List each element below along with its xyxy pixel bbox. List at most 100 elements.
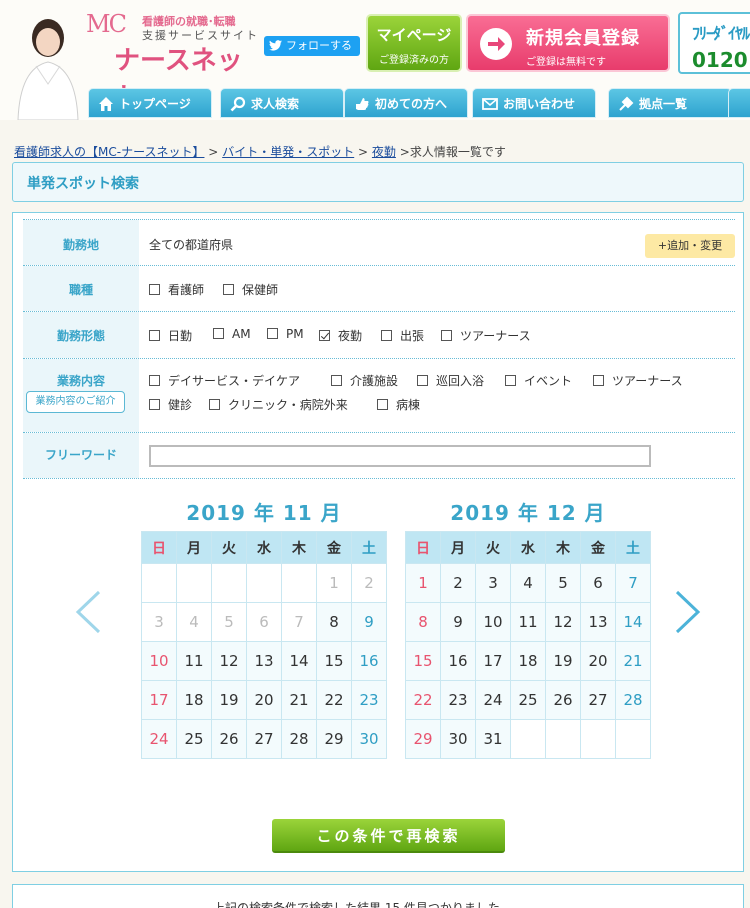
calendar-day[interactable]: 16 — [440, 641, 476, 681]
calendar-day[interactable]: 22 — [316, 680, 352, 720]
nav-more[interactable] — [728, 88, 750, 118]
calendar-day[interactable]: 1 — [405, 563, 441, 603]
calendar-day[interactable]: 7 — [615, 563, 651, 603]
checkbox-box[interactable] — [505, 375, 516, 386]
nav-first-time[interactable]: 初めての方へ — [344, 88, 468, 118]
calendar-day[interactable]: 14 — [281, 641, 317, 681]
checkbox-ward[interactable]: 病棟 — [377, 396, 420, 413]
calendar-day[interactable]: 11 — [510, 602, 546, 642]
checkbox-box[interactable] — [213, 328, 224, 339]
checkbox-clinic[interactable]: クリニック・病院外来 — [209, 396, 348, 413]
breadcrumb-home-link[interactable]: 看護師求人の【MC-ナースネット】 — [14, 145, 204, 159]
calendar-day[interactable]: 15 — [405, 641, 441, 681]
calendar-day[interactable]: 25 — [176, 719, 212, 759]
checkbox-box-checked[interactable] — [319, 330, 330, 341]
calendar-day[interactable]: 27 — [580, 680, 616, 720]
calendar-day[interactable]: 25 — [510, 680, 546, 720]
checkbox-night-shift[interactable]: 夜勤 — [319, 327, 362, 344]
calendar-day[interactable]: 20 — [246, 680, 282, 720]
calendar-day[interactable]: 4 — [510, 563, 546, 603]
calendar-day[interactable]: 31 — [475, 719, 511, 759]
checkbox-box[interactable] — [441, 330, 452, 341]
calendar-day[interactable]: 9 — [440, 602, 476, 642]
nav-job-search[interactable]: 求人検索 — [220, 88, 344, 118]
checkbox-public-health-nurse[interactable]: 保健師 — [223, 281, 278, 298]
checkbox-care-facility[interactable]: 介護施設 — [331, 372, 398, 389]
prev-month-arrow-icon[interactable] — [73, 589, 103, 635]
calendar-day[interactable]: 28 — [615, 680, 651, 720]
calendar-day[interactable]: 17 — [141, 680, 177, 720]
freeword-input[interactable] — [149, 445, 651, 467]
checkbox-nurse[interactable]: 看護師 — [149, 281, 204, 298]
breadcrumb-night-shift-link[interactable]: 夜勤 — [372, 145, 396, 159]
nav-contact[interactable]: お問い合わせ — [472, 88, 596, 118]
register-button[interactable]: 新規会員登録 ご登録は無料です — [466, 14, 670, 72]
next-month-arrow-icon[interactable] — [673, 589, 703, 635]
calendar-day[interactable]: 10 — [141, 641, 177, 681]
calendar-day[interactable]: 9 — [351, 602, 387, 642]
checkbox-box[interactable] — [417, 375, 428, 386]
add-location-button[interactable]: +追加・変更 — [645, 234, 735, 258]
calendar-day[interactable]: 13 — [246, 641, 282, 681]
calendar-day[interactable]: 2 — [440, 563, 476, 603]
calendar-day[interactable]: 26 — [545, 680, 581, 720]
checkbox-am[interactable]: AM — [213, 327, 251, 341]
calendar-day[interactable]: 30 — [440, 719, 476, 759]
calendar-day[interactable]: 22 — [405, 680, 441, 720]
nav-locations[interactable]: 拠点一覧 — [608, 88, 732, 118]
checkbox-box[interactable] — [331, 375, 342, 386]
calendar-day[interactable]: 13 — [580, 602, 616, 642]
nav-top-page[interactable]: トップページ — [88, 88, 212, 118]
checkbox-business-trip[interactable]: 出張 — [381, 327, 424, 344]
calendar-day[interactable]: 12 — [211, 641, 247, 681]
checkbox-box[interactable] — [223, 284, 234, 295]
calendar-day[interactable]: 26 — [211, 719, 247, 759]
calendar-day[interactable]: 12 — [545, 602, 581, 642]
checkbox-tour-nurse-business[interactable]: ツアーナース — [593, 372, 683, 389]
checkbox-box[interactable] — [149, 284, 160, 295]
free-dial-banner[interactable]: ﾌﾘｰﾀﾞｲﾔﾙ 0120 — [678, 12, 750, 74]
calendar-day[interactable]: 27 — [246, 719, 282, 759]
checkbox-box[interactable] — [377, 399, 388, 410]
checkbox-day-shift[interactable]: 日勤 — [149, 327, 192, 344]
checkbox-box[interactable] — [149, 375, 160, 386]
business-intro-button[interactable]: 業務内容のご紹介 — [26, 391, 125, 413]
checkbox-day-service[interactable]: デイサービス・デイケア — [149, 372, 300, 389]
calendar-day[interactable]: 24 — [475, 680, 511, 720]
calendar-day[interactable]: 6 — [580, 563, 616, 603]
checkbox-box[interactable] — [267, 328, 278, 339]
calendar-day[interactable]: 18 — [510, 641, 546, 681]
checkbox-health-checkup[interactable]: 健診 — [149, 396, 192, 413]
calendar-day[interactable]: 18 — [176, 680, 212, 720]
calendar-day[interactable]: 19 — [545, 641, 581, 681]
calendar-day[interactable]: 11 — [176, 641, 212, 681]
checkbox-mobile-bathing[interactable]: 巡回入浴 — [417, 372, 484, 389]
mypage-button[interactable]: マイページ ご登録済みの方 — [366, 14, 462, 72]
calendar-day[interactable]: 10 — [475, 602, 511, 642]
calendar-day[interactable]: 23 — [351, 680, 387, 720]
calendar-day[interactable]: 24 — [141, 719, 177, 759]
calendar-day[interactable]: 29 — [316, 719, 352, 759]
calendar-day[interactable]: 3 — [475, 563, 511, 603]
checkbox-box[interactable] — [593, 375, 604, 386]
calendar-day[interactable]: 8 — [316, 602, 352, 642]
calendar-day[interactable]: 21 — [615, 641, 651, 681]
calendar-day[interactable]: 5 — [545, 563, 581, 603]
calendar-day[interactable]: 15 — [316, 641, 352, 681]
calendar-day[interactable]: 29 — [405, 719, 441, 759]
calendar-day[interactable]: 28 — [281, 719, 317, 759]
breadcrumb-part-time-link[interactable]: バイト・単発・スポット — [222, 145, 354, 159]
site-logo[interactable]: MC 看護師の就職･転職 支援サービスサイト ナースネット — [86, 10, 266, 113]
calendar-day[interactable]: 8 — [405, 602, 441, 642]
calendar-day[interactable]: 23 — [440, 680, 476, 720]
research-button[interactable]: この条件で再検索 — [272, 819, 505, 853]
checkbox-tour-nurse[interactable]: ツアーナース — [441, 327, 531, 344]
checkbox-box[interactable] — [209, 399, 220, 410]
calendar-day[interactable]: 14 — [615, 602, 651, 642]
checkbox-pm[interactable]: PM — [267, 327, 304, 341]
checkbox-event[interactable]: イベント — [505, 372, 572, 389]
checkbox-box[interactable] — [149, 330, 160, 341]
checkbox-box[interactable] — [381, 330, 392, 341]
checkbox-box[interactable] — [149, 399, 160, 410]
calendar-day[interactable]: 21 — [281, 680, 317, 720]
